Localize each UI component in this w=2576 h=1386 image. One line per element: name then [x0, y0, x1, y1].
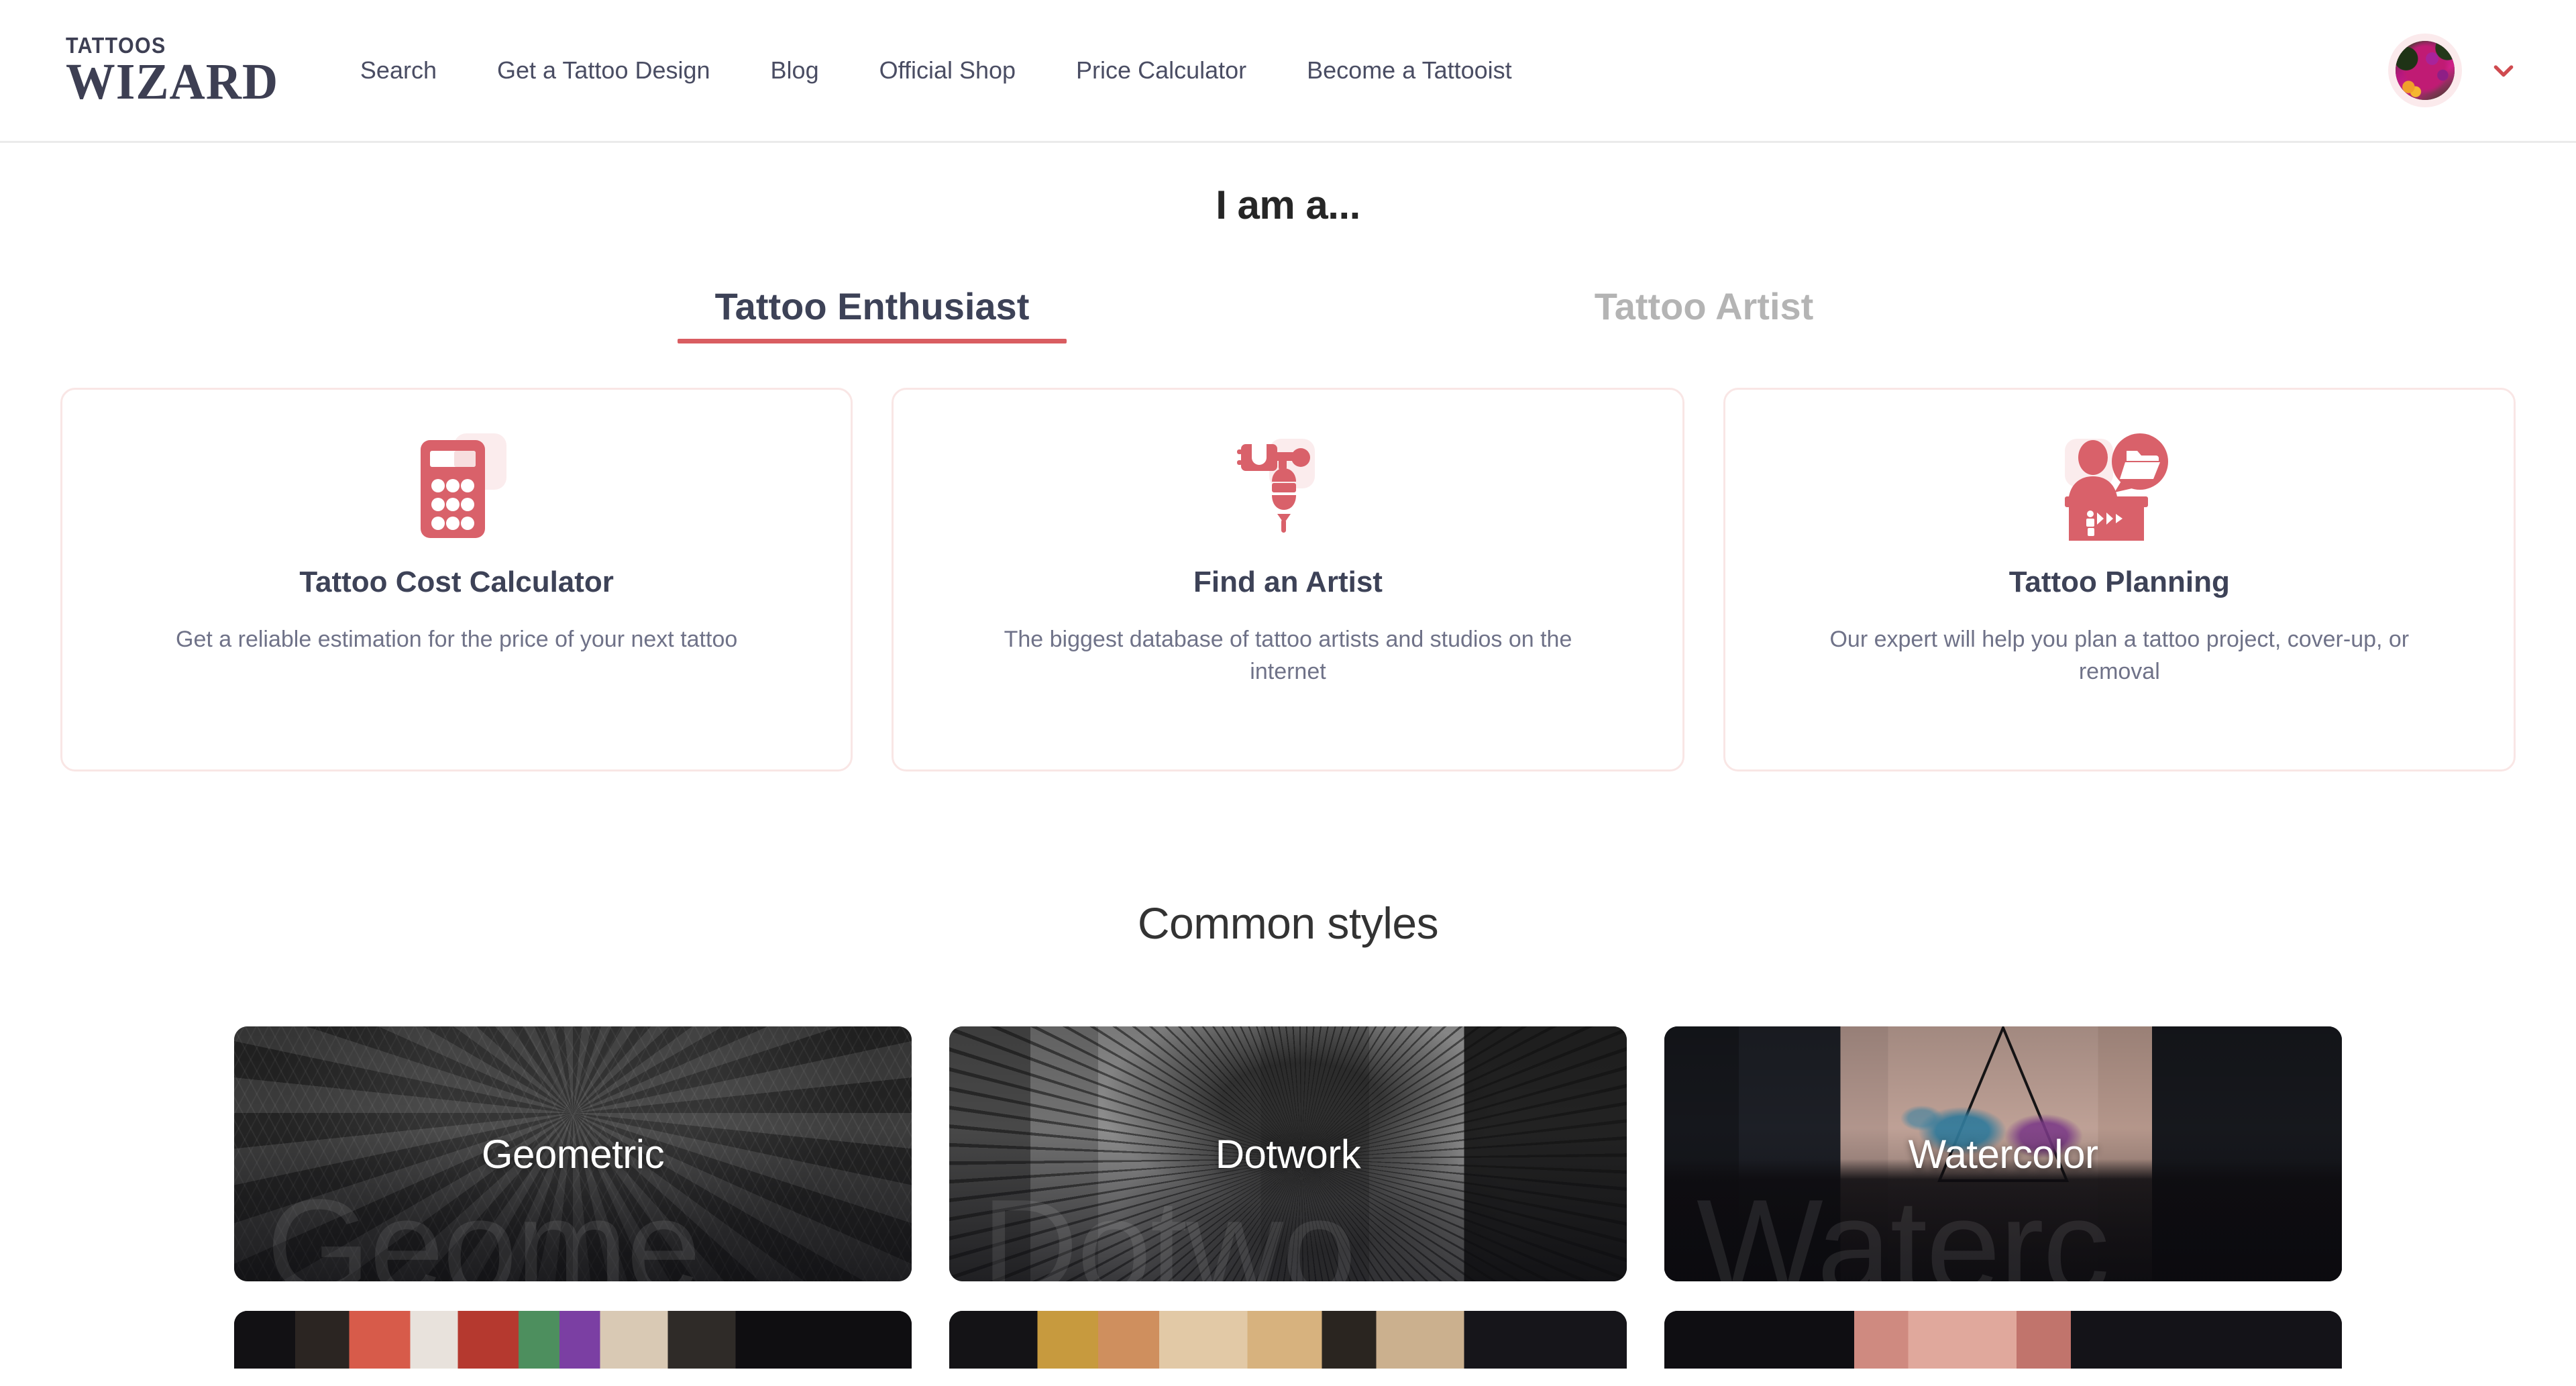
style-card-label: Dotwork: [1215, 1131, 1361, 1177]
style-card-watercolor[interactable]: Waterc Watercolor: [1664, 1026, 2342, 1281]
role-tabs: Tattoo Enthusiast Tattoo Artist: [0, 284, 2576, 353]
i-am-a-section: I am a... Tattoo Enthusiast Tattoo Artis…: [0, 143, 2576, 771]
account-area: [2388, 34, 2517, 107]
style-card-dotwork[interactable]: Dotwo Dotwork: [949, 1026, 1627, 1281]
section-title-common-styles: Common styles: [1137, 898, 1439, 948]
nav-item-official-shop[interactable]: Official Shop: [879, 47, 1016, 94]
style-card-photo: [234, 1311, 912, 1369]
style-card-row: Geome Geometric Dotwo Dotwork: [234, 1026, 2342, 1281]
feature-card-title: Find an Artist: [1193, 566, 1383, 598]
nav-item-blog[interactable]: Blog: [771, 47, 819, 94]
chevron-down-icon[interactable]: [2490, 57, 2517, 84]
logo-line-wizard: WIZARD: [66, 54, 279, 111]
feature-card-title: Tattoo Planning: [2008, 566, 2230, 598]
style-card-label: Watercolor: [1908, 1131, 2098, 1177]
page-root: TATTOOS WIZARD Search Get a Tattoo Desig…: [0, 0, 2576, 1386]
style-card-grid: Geome Geometric Dotwo Dotwork: [0, 1026, 2576, 1369]
feature-card-title: Tattoo Cost Calculator: [299, 566, 614, 598]
style-card-label: Geometric: [481, 1131, 665, 1177]
style-card-geometric[interactable]: Geome Geometric: [234, 1026, 912, 1281]
nav-item-price-calculator[interactable]: Price Calculator: [1076, 47, 1246, 94]
feature-card-description: Get a reliable estimation for the price …: [176, 627, 738, 652]
style-card-photo: [1664, 1311, 2342, 1369]
avatar-image: [2396, 41, 2455, 100]
style-card-partial-3[interactable]: [1664, 1311, 2342, 1369]
tab-tattoo-artist-label: Tattoo Artist: [1594, 285, 1814, 327]
tab-tattoo-enthusiast-label: Tattoo Enthusiast: [714, 285, 1030, 327]
nav-item-search[interactable]: Search: [360, 47, 437, 94]
feature-card-row: Tattoo Cost Calculator Get a reliable es…: [0, 388, 2576, 771]
style-card-partial-2[interactable]: [949, 1311, 1627, 1369]
tattoo-machine-icon: [1228, 429, 1348, 543]
primary-nav: Search Get a Tattoo Design Blog Official…: [360, 47, 1512, 94]
feature-card-description: The biggest database of tattoo artists a…: [1004, 627, 1572, 685]
calculator-icon: [396, 429, 517, 543]
page-title: I am a...: [1216, 182, 1360, 227]
feature-card-tattoo-cost-calculator[interactable]: Tattoo Cost Calculator Get a reliable es…: [60, 388, 853, 771]
style-card-photo: [949, 1311, 1627, 1369]
common-styles-section: Common styles Geome Geometric Dotwo Dotw…: [0, 898, 2576, 1369]
tab-tattoo-artist[interactable]: Tattoo Artist: [1288, 284, 2120, 337]
feature-card-tattoo-planning[interactable]: Tattoo Planning Our expert will help you…: [1723, 388, 2516, 771]
tab-tattoo-enthusiast[interactable]: Tattoo Enthusiast: [456, 284, 1288, 353]
style-card-row-partial: [234, 1311, 2342, 1369]
active-tab-indicator: [678, 339, 1067, 343]
site-logo[interactable]: TATTOOS WIZARD: [66, 34, 285, 107]
style-card-partial-1[interactable]: [234, 1311, 912, 1369]
site-header: TATTOOS WIZARD Search Get a Tattoo Desig…: [0, 0, 2576, 143]
nav-item-get-a-tattoo-design[interactable]: Get a Tattoo Design: [497, 47, 710, 94]
planning-consult-icon: [2055, 429, 2183, 543]
avatar[interactable]: [2388, 34, 2462, 107]
nav-item-become-a-tattooist[interactable]: Become a Tattooist: [1307, 47, 1512, 94]
feature-card-description: Our expert will help you plan a tattoo p…: [1829, 627, 2410, 685]
feature-card-find-an-artist[interactable]: Find an Artist The biggest database of t…: [892, 388, 1684, 771]
